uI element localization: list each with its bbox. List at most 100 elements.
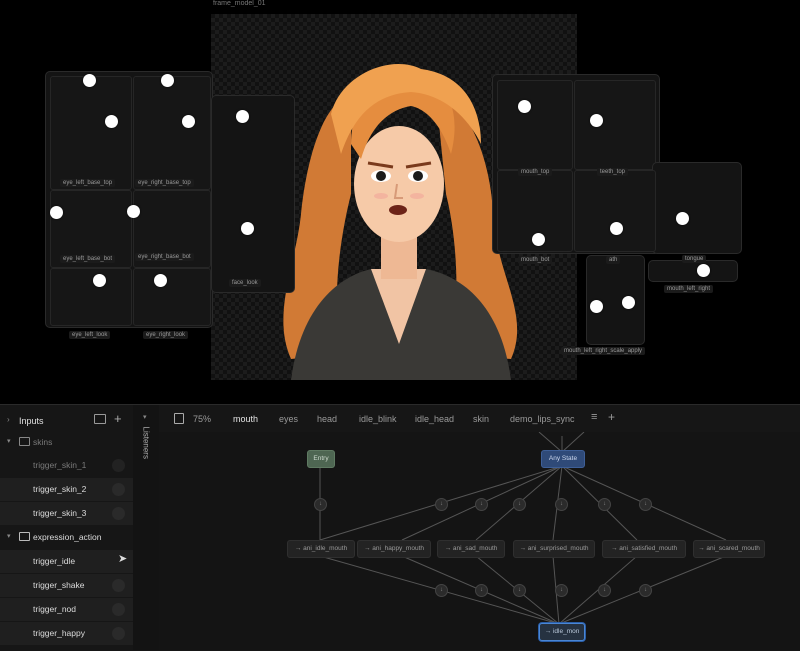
listeners-label: Listeners (141, 426, 151, 459)
add-input-icon[interactable]: + (114, 411, 122, 426)
zoom-level[interactable]: 75% (193, 414, 211, 424)
ath-handle[interactable] (610, 222, 623, 235)
input-row[interactable]: trigger_nod (0, 598, 133, 621)
face-look-panel[interactable] (211, 95, 295, 293)
eye-right-look-pane[interactable] (133, 268, 211, 326)
transition-condition-icon[interactable]: ↓ (475, 498, 488, 511)
input-label: trigger_idle (33, 556, 76, 566)
any-state-node[interactable]: Any State (541, 450, 585, 468)
rig-label: eye_left_base_top (60, 179, 116, 187)
transition-condition-icon[interactable]: ↓ (475, 584, 488, 597)
add-layer-icon[interactable]: + (608, 410, 615, 424)
eye-left-look-pane[interactable] (50, 268, 132, 326)
tab-idle-blink[interactable]: idle_blink (359, 414, 397, 424)
eye-left-look-handle[interactable] (93, 274, 106, 287)
mouth-bot-handle[interactable] (532, 233, 545, 246)
eye-right-top-handle-2[interactable] (182, 115, 195, 128)
layout-toggle-icon[interactable] (174, 413, 184, 424)
input-row[interactable]: trigger_happy (0, 622, 133, 645)
transition-condition-icon[interactable]: ↓ (555, 498, 568, 511)
group-label: expression_action (33, 532, 102, 542)
trigger-fire-button[interactable] (112, 507, 125, 520)
state-node[interactable]: → ani_happy_mouth (357, 540, 431, 558)
chevron-right-icon[interactable]: › (7, 415, 10, 424)
tab-head[interactable]: head (317, 414, 337, 424)
eye-left-base-top-pane[interactable] (50, 76, 132, 190)
mouth-top-handle[interactable] (518, 100, 531, 113)
eye-left-top-handle[interactable] (83, 74, 96, 87)
eye-right-look-handle[interactable] (154, 274, 167, 287)
tongue-handle[interactable] (676, 212, 689, 225)
state-graph[interactable]: Entry Any State → ani_idle_mouth → ani_h… (159, 432, 800, 650)
eye-right-base-top-pane[interactable] (133, 76, 211, 190)
mouth-top-pane[interactable] (497, 80, 573, 170)
listeners-panel[interactable]: ▾ Listeners (133, 405, 160, 650)
entry-node[interactable]: Entry (307, 450, 335, 468)
transition-condition-icon[interactable]: ↓ (435, 498, 448, 511)
chevron-down-icon[interactable]: ▾ (143, 413, 147, 421)
tab-eyes[interactable]: eyes (279, 414, 298, 424)
tab-idle-head[interactable]: idle_head (415, 414, 454, 424)
tab-skin[interactable]: skin (473, 414, 489, 424)
transition-condition-icon[interactable]: ↓ (598, 584, 611, 597)
input-label: trigger_nod (33, 604, 77, 614)
group-row-skins[interactable]: ▾ skins (0, 431, 133, 454)
chevron-down-icon[interactable]: ▾ (7, 437, 11, 445)
state-node[interactable]: → ani_scared_mouth (693, 540, 765, 558)
transition-condition-icon[interactable]: ↓ (598, 498, 611, 511)
menu-icon[interactable]: ≡ (591, 411, 597, 423)
input-label: trigger_happy (33, 628, 85, 638)
trigger-fire-button[interactable] (112, 579, 125, 592)
transition-condition-icon[interactable]: ↓ (555, 584, 568, 597)
eye-left-bot-handle[interactable] (50, 206, 63, 219)
eye-left-top-handle-2[interactable] (105, 115, 118, 128)
transition-condition-icon[interactable]: ↓ (314, 498, 327, 511)
tab-mouth[interactable]: mouth (233, 414, 258, 424)
eye-right-bot-handle[interactable] (127, 205, 140, 218)
input-row[interactable]: trigger_skin_2 (0, 478, 133, 501)
rig-label: ath (606, 256, 621, 264)
mouth-scale-right-handle[interactable] (622, 296, 635, 309)
mouth-left-right-panel[interactable] (648, 260, 738, 282)
transition-condition-icon[interactable]: ↓ (639, 584, 652, 597)
mouth-left-right-handle[interactable] (697, 264, 710, 277)
chevron-down-icon[interactable]: ▾ (7, 532, 11, 540)
transition-condition-icon[interactable]: ↓ (639, 498, 652, 511)
state-node[interactable]: → ani_idle_mouth (287, 540, 355, 558)
transition-condition-icon[interactable]: ↓ (513, 584, 526, 597)
exit-state-node[interactable]: → idle_mon (539, 623, 585, 641)
group-row-expression-action[interactable]: ▾ expression_action (0, 526, 133, 549)
face-look-handle[interactable] (236, 110, 249, 123)
input-row[interactable]: trigger_skin_1 (0, 454, 133, 477)
transition-condition-icon[interactable]: ↓ (513, 498, 526, 511)
tab-demo-lips-sync[interactable]: demo_lips_sync (510, 414, 575, 424)
folder-add-icon[interactable] (94, 414, 106, 424)
folder-icon (19, 532, 30, 541)
eye-right-top-handle[interactable] (161, 74, 174, 87)
input-row[interactable]: trigger_shake (0, 574, 133, 597)
rig-label: eye_left_look (69, 331, 111, 339)
teeth-top-pane[interactable] (574, 80, 656, 170)
rig-label: face_look (229, 279, 261, 287)
trigger-fire-button[interactable] (112, 603, 125, 616)
face-look-handle-2[interactable] (241, 222, 254, 235)
mouth-scale-left-handle[interactable] (590, 300, 603, 313)
teeth-top-handle[interactable] (590, 114, 603, 127)
state-node[interactable]: → ani_satisfied_mouth (602, 540, 686, 558)
trigger-fire-button[interactable] (112, 627, 125, 640)
trigger-fire-button[interactable] (112, 459, 125, 472)
rig-label: eye_left_base_bot (60, 255, 116, 263)
input-label: trigger_skin_1 (33, 460, 87, 470)
input-label: trigger_skin_3 (33, 508, 87, 518)
trigger-fire-button[interactable] (112, 483, 125, 496)
rig-label: mouth_left_right_scale_apply (561, 347, 646, 355)
transition-condition-icon[interactable]: ↓ (435, 584, 448, 597)
ath-pane[interactable] (574, 170, 656, 252)
state-node[interactable]: → ani_surprised_mouth (513, 540, 595, 558)
input-row[interactable]: trigger_skin_3 (0, 502, 133, 525)
rig-label: mouth_left_right (664, 285, 714, 293)
tongue-panel[interactable] (652, 162, 742, 254)
rig-label: mouth_top (518, 168, 553, 176)
input-row[interactable]: trigger_idle ➤ (0, 550, 133, 573)
state-node[interactable]: → ani_sad_mouth (437, 540, 505, 558)
